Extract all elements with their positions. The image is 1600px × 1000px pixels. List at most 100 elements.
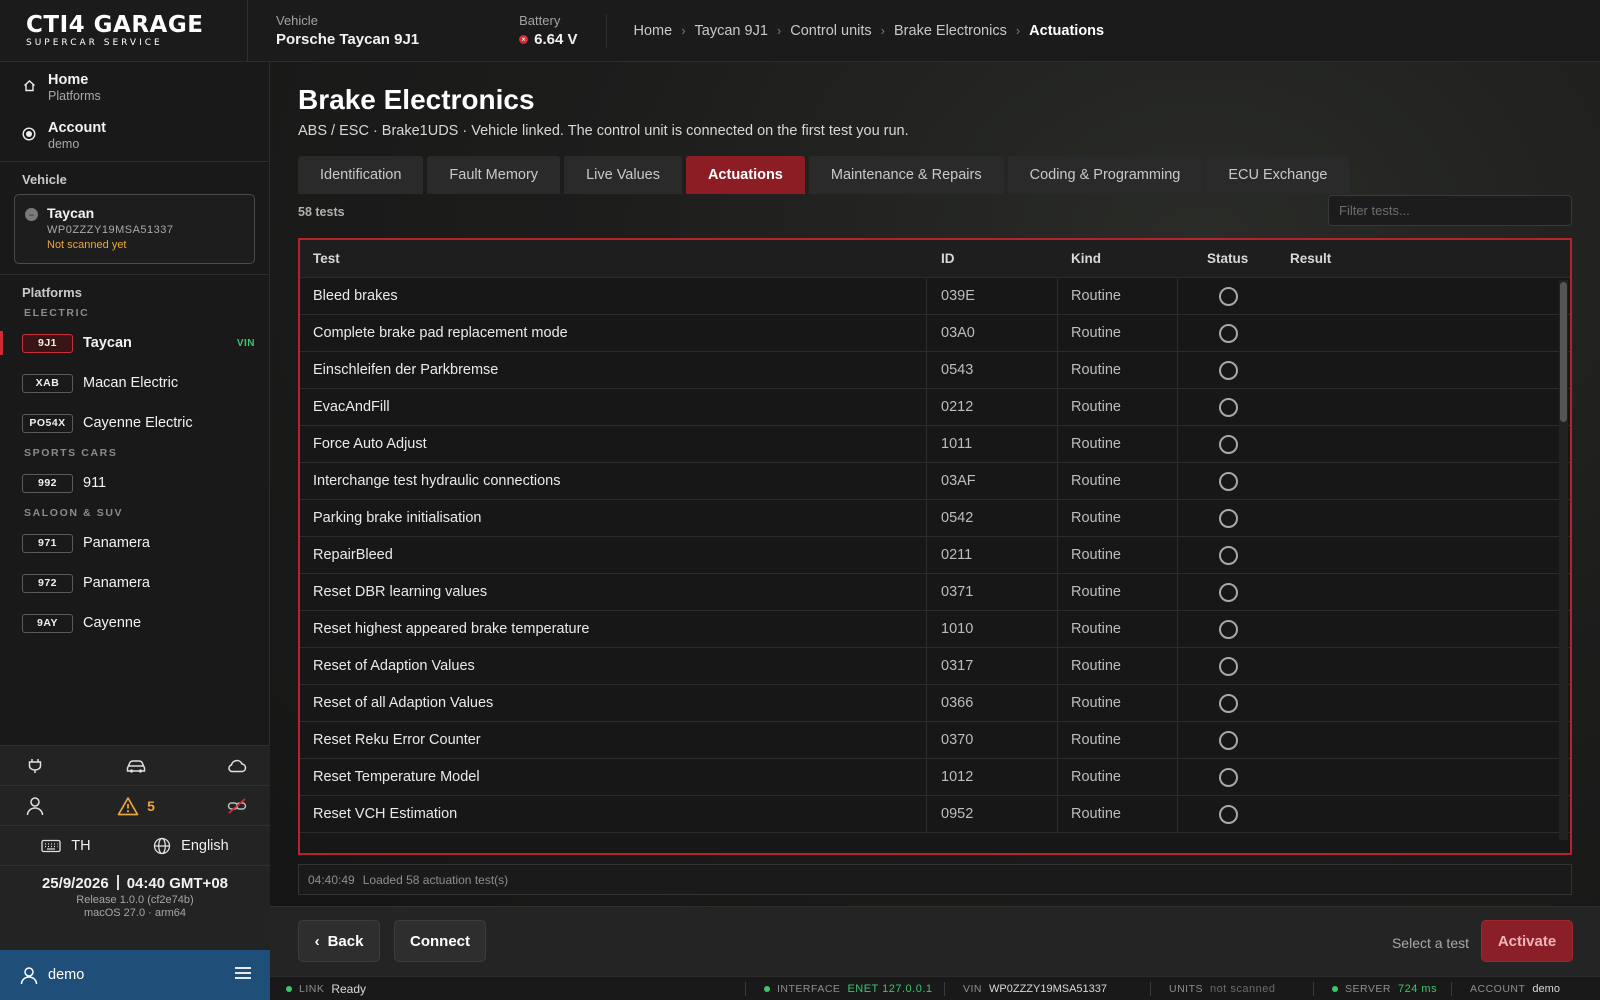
account-label: ACCOUNT [1470, 982, 1526, 995]
test-kind: Routine [1058, 648, 1178, 684]
breadcrumb-home[interactable]: Home [634, 23, 673, 39]
test-kind: Routine [1058, 315, 1178, 351]
table-row[interactable]: Reset DBR learning values 0371 Routine [300, 574, 1570, 611]
cloud-icon[interactable] [226, 755, 248, 777]
server-label: SERVER [1345, 982, 1391, 995]
status-radio-icon[interactable] [1218, 582, 1238, 602]
status-radio-icon[interactable] [1218, 434, 1238, 454]
status-vin: VIN WP0ZZZY19MSA51337 [945, 977, 1150, 1000]
tests-table: Test ID Kind Status Result Bleed brakes 0… [298, 238, 1572, 855]
car-icon[interactable] [125, 755, 147, 777]
platform-item-911[interactable]: 992 911 [0, 463, 269, 503]
table-row[interactable]: Reset of all Adaption Values 0366 Routine [300, 685, 1570, 722]
tab-ecu-exchange[interactable]: ECU Exchange [1206, 156, 1350, 194]
status-radio-icon[interactable] [1218, 471, 1238, 491]
table-row[interactable]: Reset Temperature Model 1012 Routine [300, 759, 1570, 796]
column-header-test[interactable]: Test [300, 240, 927, 277]
status-radio-icon[interactable] [1218, 545, 1238, 565]
table-row[interactable]: Reset highest appeared brake temperature… [300, 611, 1570, 648]
tab-coding-programming[interactable]: Coding & Programming [1007, 156, 1203, 194]
clock-date: 25/9/2026 [41, 875, 109, 892]
tab-actuations[interactable]: Actuations [685, 156, 805, 194]
platform-code: 971 [22, 533, 73, 553]
test-result [1278, 648, 1570, 684]
platform-item-panamera-971[interactable]: 971 Panamera [0, 523, 269, 563]
breadcrumb-ecu[interactable]: Brake Electronics [894, 23, 1007, 39]
status-radio-icon[interactable] [1218, 804, 1238, 824]
back-button[interactable]: ‹ Back [298, 920, 380, 962]
units-value: not scanned [1210, 982, 1276, 995]
platform-item-panamera-972[interactable]: 972 Panamera [0, 563, 269, 603]
status-radio-icon[interactable] [1218, 360, 1238, 380]
vehicle-card-name: Taycan [47, 205, 95, 221]
table-row[interactable]: Reset Reku Error Counter 0370 Routine [300, 722, 1570, 759]
column-header-id[interactable]: ID [927, 240, 1058, 277]
status-radio-icon[interactable] [1218, 397, 1238, 417]
tab-identification[interactable]: Identification [298, 156, 424, 194]
platform-item-cayenne[interactable]: 9AY Cayenne [0, 603, 269, 643]
sidebar-item-home[interactable]: Home Platforms [0, 63, 269, 111]
platform-code: 9AY [22, 613, 73, 633]
status-radio-icon[interactable] [1218, 323, 1238, 343]
home-sub: Platforms [48, 88, 101, 103]
link-off-icon[interactable] [226, 795, 248, 817]
table-row[interactable]: Reset VCH Estimation 0952 Routine [300, 796, 1570, 833]
test-kind: Routine [1058, 463, 1178, 499]
status-radio-icon[interactable] [1218, 656, 1238, 676]
status-radio-icon[interactable] [1218, 286, 1238, 306]
scrollbar-thumb[interactable] [1560, 282, 1567, 422]
table-row[interactable]: Reset of Adaption Values 0317 Routine [300, 648, 1570, 685]
scrollbar[interactable] [1559, 280, 1568, 840]
test-status [1178, 500, 1278, 536]
platform-item-cayenne-electric[interactable]: PO54X Cayenne Electric [0, 403, 269, 443]
table-row[interactable]: EvacAndFill 0212 Routine [300, 389, 1570, 426]
chevron-right-icon: › [776, 23, 782, 38]
user-icon[interactable] [24, 795, 46, 817]
tab-maintenance-repairs[interactable]: Maintenance & Repairs [808, 156, 1004, 194]
sidebar-item-account[interactable]: Account demo [0, 111, 269, 159]
keyboard-layout-selector[interactable]: TH [41, 838, 91, 854]
vehicle-value: Porsche Taycan 9J1 [276, 31, 420, 48]
status-radio-icon[interactable] [1218, 619, 1238, 639]
platform-code: 972 [22, 573, 73, 593]
page-subtitle: ABS / ESC · Brake1UDS · Vehicle linked. … [298, 123, 909, 139]
filter-input[interactable] [1328, 195, 1572, 226]
group-label: SPORTS CARS [24, 447, 118, 459]
table-row[interactable]: Bleed brakes 039E Routine [300, 278, 1570, 315]
user-bar[interactable]: demo [0, 950, 270, 1000]
status-radio-icon[interactable] [1218, 508, 1238, 528]
table-row[interactable]: Einschleifen der Parkbremse 0543 Routine [300, 352, 1570, 389]
test-result [1278, 759, 1570, 795]
table-row[interactable]: Complete brake pad replacement mode 03A0 R… [300, 315, 1570, 352]
table-row[interactable]: Force Auto Adjust 1011 Routine [300, 426, 1570, 463]
breadcrumb-platform[interactable]: Taycan 9J1 [695, 23, 768, 39]
tab-live-values[interactable]: Live Values [564, 156, 682, 194]
language-selector[interactable]: English [153, 837, 229, 855]
test-id: 0317 [927, 648, 1058, 684]
platform-item-macan-electric[interactable]: XAB Macan Electric [0, 363, 269, 403]
vehicle-card[interactable]: − Taycan WP0ZZZY19MSA51337 Not scanned y… [14, 194, 255, 264]
menu-icon[interactable] [234, 966, 252, 985]
plug-icon[interactable] [24, 755, 46, 777]
test-status [1178, 611, 1278, 647]
table-row[interactable]: Parking brake initialisation 0542 Routine [300, 500, 1570, 537]
status-radio-icon[interactable] [1218, 730, 1238, 750]
tab-fault-memory[interactable]: Fault Memory [427, 156, 561, 194]
column-header-kind[interactable]: Kind [1058, 240, 1178, 277]
activate-button[interactable]: Activate [1481, 920, 1573, 962]
test-name: Reset of all Adaption Values [300, 685, 927, 721]
chevron-right-icon: › [1015, 23, 1021, 38]
status-radio-icon[interactable] [1218, 767, 1238, 787]
column-header-status[interactable]: Status [1178, 240, 1278, 277]
table-row[interactable]: RepairBleed 0211 Routine [300, 537, 1570, 574]
status-radio-icon[interactable] [1218, 693, 1238, 713]
test-result [1278, 315, 1570, 351]
test-result [1278, 574, 1570, 610]
warnings-indicator[interactable]: 5 [117, 796, 155, 816]
table-row[interactable]: Interchange test hydraulic connections 03… [300, 463, 1570, 500]
platform-item-taycan[interactable]: 9J1 Taycan VIN [0, 323, 269, 363]
breadcrumb-control-units[interactable]: Control units [790, 23, 871, 39]
vin-label: VIN [963, 982, 983, 995]
column-header-result[interactable]: Result [1278, 240, 1570, 277]
connect-button[interactable]: Connect [394, 920, 486, 962]
